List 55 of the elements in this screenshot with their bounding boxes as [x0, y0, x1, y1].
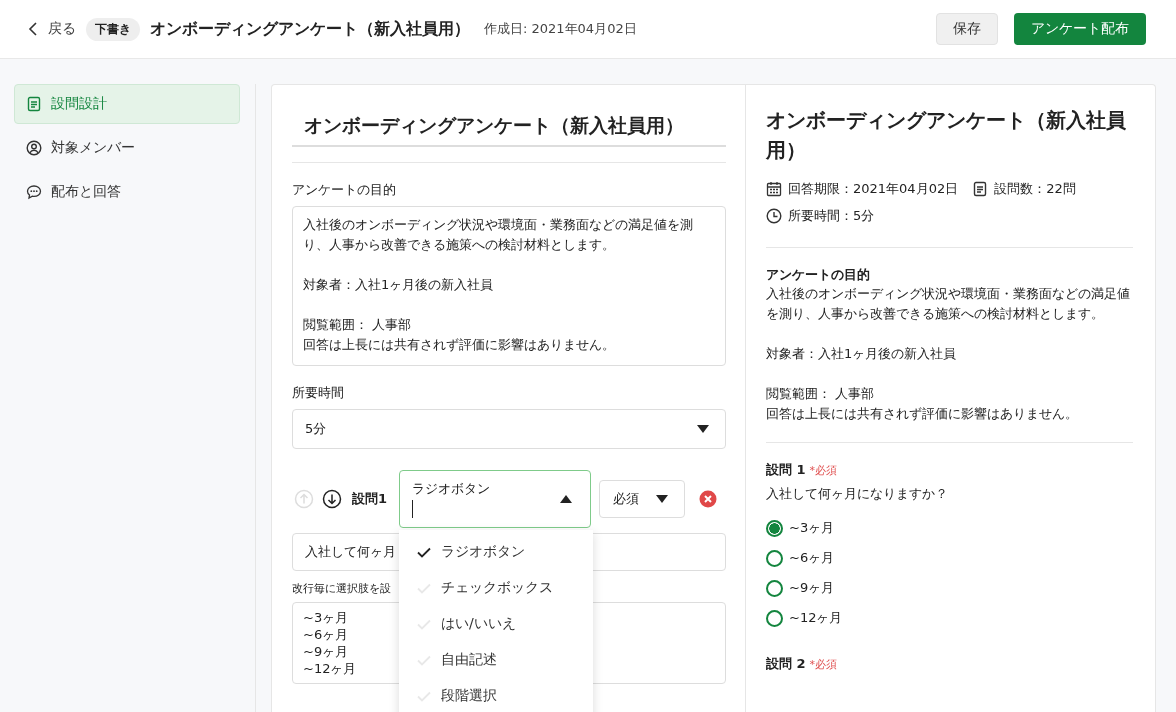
- question-count: 設問数：22問: [994, 179, 1076, 198]
- purpose-text: 入社後のオンボーディング状況や環境面・業務面などの満足値を測り、人事から改善できる施策への検討材料とします。: [766, 285, 1131, 323]
- back-button[interactable]: 戻る: [28, 20, 76, 38]
- purpose-text: 回答は上長には共有されず評価に影響はありません。: [766, 405, 1079, 423]
- purpose-line: 回答は上長には共有されず評価に影響はありません。: [303, 336, 616, 354]
- distribute-button[interactable]: アンケート配布: [1014, 13, 1146, 45]
- purpose-line: 閲覧範囲： 人事部: [303, 316, 413, 334]
- page-title: オンボーディングアンケート（新入社員用）: [150, 18, 470, 40]
- sidebar-item[interactable]: 設問設計: [14, 84, 240, 124]
- deadline-text: 回答期限：2021年04月02日: [788, 179, 959, 198]
- purpose-line: 入社後のオンボーディング状況や環境面・業務面などの満足値を測り、人事から改善できる施策への検討材料とします。: [303, 216, 694, 254]
- menu-item[interactable]: 自由記述: [399, 642, 594, 678]
- field-label: 所要時間: [292, 384, 345, 402]
- radio-option[interactable]: ~6ヶ月: [766, 543, 1133, 573]
- purpose-text: 閲覧範囲： 人事部: [766, 385, 876, 403]
- move-down-button[interactable]: [322, 489, 342, 509]
- type-select[interactable]: ラジオボタン: [399, 470, 592, 528]
- duration-text: 所要時間：5分: [788, 206, 875, 225]
- chat-icon: [26, 184, 42, 200]
- question-label: 設問 2: [766, 655, 806, 673]
- hint-text: 改行毎に選択肢を設: [292, 581, 391, 596]
- radio-option[interactable]: ~12ヶ月: [766, 603, 1133, 633]
- clock-icon: [766, 207, 782, 224]
- purpose-line: 対象者：入社1ヶ月後の新入社員: [303, 276, 495, 294]
- field-label: アンケートの目的: [292, 181, 397, 199]
- sidebar-item[interactable]: 配布と回答: [14, 172, 240, 212]
- required-mark: *必須: [809, 657, 838, 672]
- question-label: 設問 1: [766, 461, 806, 479]
- menu-item[interactable]: はい/いいえ: [399, 606, 594, 642]
- radio-option[interactable]: ~9ヶ月: [766, 573, 1133, 603]
- document-icon: [972, 180, 989, 197]
- title-field[interactable]: オンボーディングアンケート（新入社員用）: [292, 109, 726, 147]
- radio-option[interactable]: ~3ヶ月: [766, 513, 1133, 543]
- duration-select[interactable]: 5分: [292, 409, 726, 449]
- required-select[interactable]: 必須: [599, 480, 686, 518]
- question-text: 入社して何ヶ月になりますか？: [766, 485, 949, 503]
- menu-item[interactable]: ラジオボタン: [399, 534, 594, 570]
- save-button[interactable]: 保存: [936, 13, 998, 45]
- preview-title: オンボーディングアンケート（新入社員用）: [766, 107, 1127, 164]
- caret-icon: [656, 495, 669, 503]
- sidebar-item[interactable]: 対象メンバー: [14, 128, 240, 168]
- status-badge: 下書き: [86, 17, 140, 41]
- calendar-icon: [766, 180, 782, 197]
- purpose-heading: アンケートの目的: [766, 266, 871, 284]
- caret-icon: [697, 425, 709, 433]
- delete-icon[interactable]: [699, 490, 718, 508]
- person-icon: [26, 140, 42, 156]
- purpose-field[interactable]: 入社後のオンボーディング状況や環境面・業務面などの満足値を測り、人事から改善できる施策への検討材料とします。 対象者：入社1ヶ月後の新入社員 閲覧範囲： 人事部 回答は上長には共有されず評価に影響はありません。: [292, 206, 726, 366]
- chevron-left-icon: [28, 22, 38, 36]
- document-icon: [26, 96, 42, 112]
- purpose-text: 対象者：入社1ヶ月後の新入社員: [766, 345, 958, 363]
- required-mark: *必須: [809, 463, 838, 478]
- created-date: 作成日: 2021年04月02日: [484, 20, 637, 38]
- caret-up-icon: [560, 495, 573, 503]
- question-label: 設問1: [352, 490, 388, 508]
